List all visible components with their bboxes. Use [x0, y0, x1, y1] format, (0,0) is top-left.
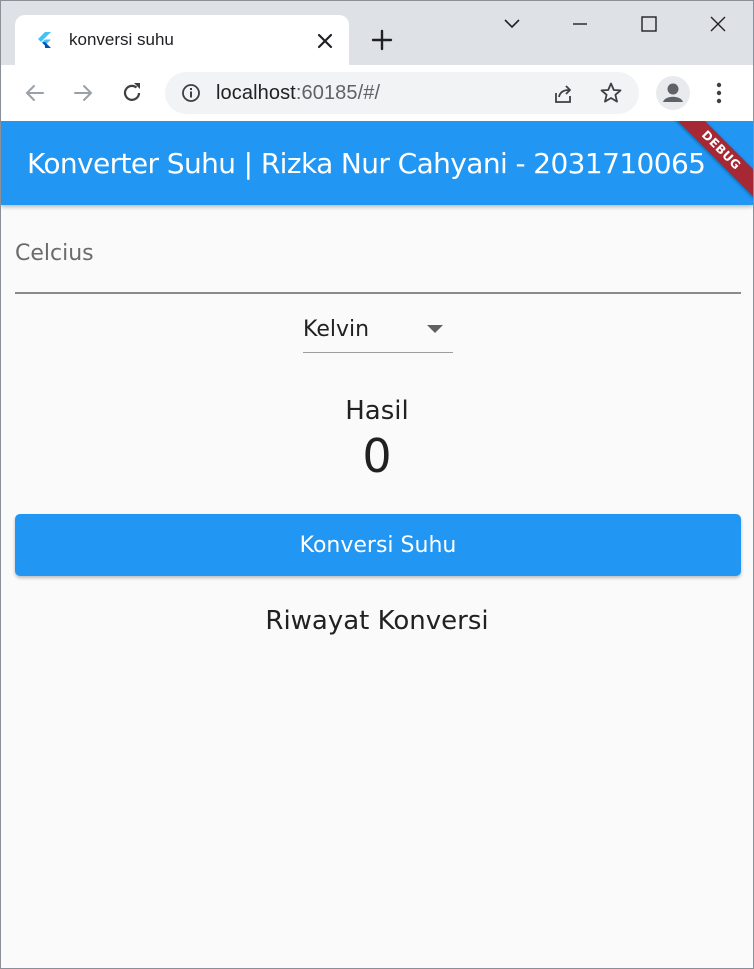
convert-button[interactable]: Konversi Suhu: [15, 514, 741, 576]
result-label: Hasil: [345, 396, 409, 426]
share-icon[interactable]: [551, 82, 575, 106]
unit-dropdown[interactable]: Kelvin: [303, 309, 453, 354]
address-bar[interactable]: localhost:60185/#/: [165, 72, 639, 114]
tab-search-chevron-icon[interactable]: [495, 9, 529, 39]
app-content: Konverter Suhu | Rizka Nur Cahyani - 203…: [1, 121, 753, 968]
history-title: Riwayat Konversi: [265, 606, 489, 636]
flutter-logo-icon: [38, 32, 51, 48]
app-bar-title: Konverter Suhu | Rizka Nur Cahyani - 203…: [27, 147, 706, 180]
browser-tab[interactable]: konversi suhu: [15, 15, 349, 67]
arrow-right-icon[interactable]: [69, 79, 97, 107]
minimize-icon[interactable]: [563, 9, 597, 39]
tab-title: konversi suhu: [69, 30, 174, 49]
url-text: localhost:60185/#/: [216, 82, 380, 105]
celcius-label: Celcius: [15, 241, 94, 266]
celcius-input[interactable]: Celcius: [15, 221, 741, 294]
dropdown-arrow-icon: [427, 325, 443, 333]
browser-toolbar: localhost:60185/#/: [1, 65, 753, 121]
star-icon[interactable]: [599, 81, 623, 105]
url-rest: :60185/#/: [295, 82, 381, 104]
browser-window: konversi suhu localhost:60185/#/ Konvert…: [0, 0, 754, 969]
app-bar: Konverter Suhu | Rizka Nur Cahyani - 203…: [1, 121, 753, 207]
arrow-left-icon[interactable]: [21, 79, 49, 107]
info-icon[interactable]: [181, 83, 201, 103]
three-dot-menu-icon[interactable]: [707, 79, 731, 107]
avatar-icon[interactable]: [656, 76, 690, 110]
close-window-icon[interactable]: [701, 9, 735, 39]
result-value: 0: [362, 429, 392, 483]
dropdown-underline: [303, 352, 453, 353]
new-tab-icon[interactable]: [369, 27, 395, 53]
maximize-icon[interactable]: [632, 9, 666, 39]
dropdown-value: Kelvin: [303, 317, 370, 342]
tab-strip: konversi suhu: [1, 1, 753, 67]
close-tab-icon[interactable]: [313, 29, 337, 53]
input-underline: [15, 292, 741, 294]
url-host: localhost: [216, 82, 296, 104]
reload-icon[interactable]: [118, 79, 146, 107]
